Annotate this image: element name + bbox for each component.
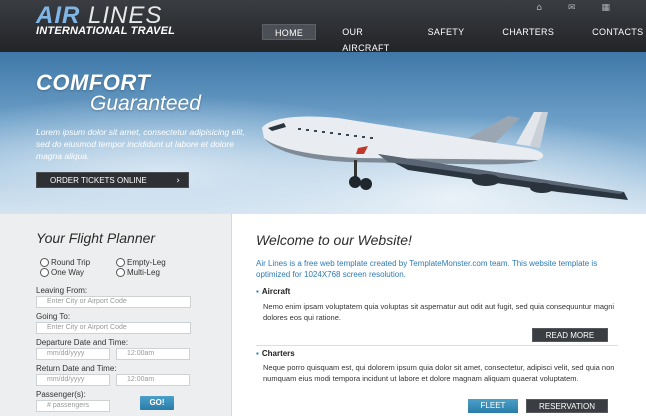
nav-charters[interactable]: CHARTERS <box>490 24 566 40</box>
return-label: Return Date and Time: <box>36 364 117 373</box>
nav-contacts[interactable]: CONTACTS <box>580 24 646 40</box>
passengers-input[interactable]: # passengers <box>36 400 110 412</box>
hero-text: Lorem ipsum dolor sit amet, consectetur … <box>36 127 245 161</box>
radio-label: One Way <box>51 267 85 277</box>
logo-subtitle: INTERNATIONAL TRAVEL <box>36 25 176 37</box>
radio-one-way[interactable]: One Way <box>40 267 84 277</box>
aircraft-text: Nemo enim ipsam voluptatem quia voluptas… <box>263 302 615 322</box>
leaving-from-label: Leaving From: <box>36 286 88 295</box>
radio-multi-leg[interactable]: Multi-Leg <box>116 267 160 277</box>
departure-time-input[interactable]: 12:00am <box>116 348 190 360</box>
departure-label: Departure Date and Time: <box>36 338 129 347</box>
mail-icon[interactable]: ✉ <box>568 3 576 13</box>
aircraft-heading: ▪ Aircraft <box>256 287 290 296</box>
radio-circle-icon <box>40 257 49 267</box>
charters-heading: ▪ Charters <box>256 349 295 358</box>
order-tickets-label: ORDER TICKETS ONLINE <box>50 176 147 185</box>
read-more-button[interactable]: READ MORE <box>532 328 608 342</box>
divider <box>256 345 618 346</box>
fleet-button[interactable]: FLEET <box>468 399 518 413</box>
airplane-image <box>262 112 628 200</box>
going-to-label: Going To: <box>36 312 71 321</box>
charters-text: Neque porro quisquam est, qui dolorem ip… <box>263 363 615 383</box>
top-icons: ⌂ ✉ ▦ <box>536 3 610 13</box>
radio-label: Round Trip <box>51 257 91 267</box>
radio-circle-icon <box>40 267 49 277</box>
chevron-right-icon: › <box>176 176 180 186</box>
leaving-from-input[interactable]: Enter City or Airport Code <box>36 296 191 308</box>
charters-title: Charters <box>261 349 295 358</box>
radio-label: Empty-Leg <box>127 257 166 267</box>
return-date-input[interactable]: mm/dd/yyyy <box>36 374 110 386</box>
home-icon[interactable]: ⌂ <box>536 3 542 13</box>
go-button[interactable]: GO! <box>140 396 174 410</box>
radio-round-trip[interactable]: Round Trip <box>40 257 90 267</box>
sitemap-icon[interactable]: ▦ <box>601 3 610 13</box>
passengers-label: Passenger(s): <box>36 390 86 399</box>
aircraft-title: Aircraft <box>261 287 291 296</box>
hero-banner: COMFORT Guaranteed Lorem ipsum dolor sit… <box>0 52 646 214</box>
intro-text: Air Lines is a free web template created… <box>256 259 598 279</box>
nav-our-aircraft[interactable]: OUR AIRCRAFT <box>330 24 401 53</box>
main-nav: HOME OUR AIRCRAFT SAFETY CHARTERS CONTAC… <box>262 24 646 53</box>
reservation-button[interactable]: RESERVATION <box>526 399 608 413</box>
bullet-icon: ▪ <box>256 287 259 296</box>
order-tickets-button[interactable]: ORDER TICKETS ONLINE › <box>36 172 189 188</box>
welcome-heading: Welcome to our Website! <box>256 232 412 248</box>
nav-safety[interactable]: SAFETY <box>416 24 477 40</box>
header: AIR LINES INTERNATIONAL TRAVEL ⌂ ✉ ▦ HOM… <box>0 0 646 53</box>
going-to-input[interactable]: Enter City or Airport Code <box>36 322 191 334</box>
nav-home[interactable]: HOME <box>262 24 317 40</box>
radio-empty-leg[interactable]: Empty-Leg <box>116 257 166 267</box>
planner-title: Your Flight Planner <box>36 230 156 246</box>
radio-circle-icon <box>116 257 125 267</box>
radio-circle-icon <box>116 267 125 277</box>
return-time-input[interactable]: 12:00am <box>116 374 190 386</box>
hero-subtitle: Guaranteed <box>90 92 201 115</box>
radio-label: Multi-Leg <box>127 267 160 277</box>
departure-date-input[interactable]: mm/dd/yyyy <box>36 348 110 360</box>
bullet-icon: ▪ <box>256 349 259 358</box>
